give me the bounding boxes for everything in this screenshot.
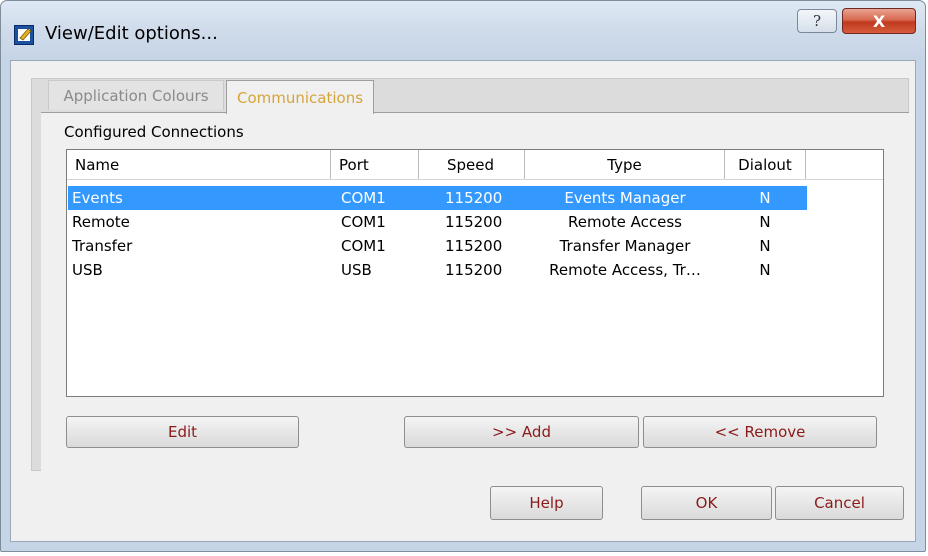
remove-button[interactable]: << Remove: [643, 416, 877, 448]
tab-application-colours[interactable]: Application Colours: [48, 80, 224, 110]
tab-communications[interactable]: Communications: [226, 80, 374, 114]
table-row[interactable]: Events COM1 115200 Events Manager N: [68, 186, 807, 210]
column-header-port[interactable]: Port: [331, 150, 419, 179]
help-icon[interactable]: ?: [797, 9, 837, 33]
title-bar[interactable]: View/Edit options... ? X: [1, 1, 925, 61]
window-title: View/Edit options...: [45, 23, 218, 44]
column-header-speed[interactable]: Speed: [419, 150, 525, 179]
column-header-type[interactable]: Type: [525, 150, 725, 179]
connections-list[interactable]: Name Port Speed Type Dialout Events COM1…: [66, 149, 884, 397]
table-row[interactable]: Transfer COM1 115200 Transfer Manager N: [68, 234, 807, 258]
list-header: Name Port Speed Type Dialout: [67, 150, 883, 180]
cell-dialout: N: [759, 213, 771, 231]
cell-speed: 115200: [445, 189, 503, 207]
column-header-dialout[interactable]: Dialout: [725, 150, 806, 179]
cell-dialout: N: [759, 261, 771, 279]
cell-type: Transfer Manager: [559, 237, 691, 255]
add-button[interactable]: >> Add: [404, 416, 639, 448]
column-header-name[interactable]: Name: [67, 150, 331, 179]
cell-speed: 115200: [445, 237, 503, 255]
table-row[interactable]: Remote COM1 115200 Remote Access N: [68, 210, 807, 234]
cell-name: Remote: [72, 213, 130, 231]
cell-port: COM1: [341, 213, 386, 231]
cell-type: Remote Access, Tr…: [549, 261, 701, 279]
cell-dialout: N: [759, 189, 771, 207]
app-icon: [14, 25, 34, 45]
cell-type: Remote Access: [568, 213, 682, 231]
cell-type: Events Manager: [564, 189, 686, 207]
table-row[interactable]: USB USB 115200 Remote Access, Tr… N: [68, 258, 807, 282]
cell-speed: 115200: [445, 213, 503, 231]
cancel-button[interactable]: Cancel: [775, 486, 904, 520]
cell-name: Transfer: [72, 237, 133, 255]
configured-connections-label: Configured Connections: [64, 123, 244, 141]
edit-button[interactable]: Edit: [66, 416, 299, 448]
cell-name: Events: [72, 189, 123, 207]
ok-button[interactable]: OK: [641, 486, 772, 520]
cell-port: COM1: [341, 189, 386, 207]
cell-port: COM1: [341, 237, 386, 255]
cell-port: USB: [341, 261, 372, 279]
cell-speed: 115200: [445, 261, 503, 279]
help-button[interactable]: Help: [490, 486, 603, 520]
cell-dialout: N: [759, 237, 771, 255]
cell-name: USB: [72, 261, 103, 279]
close-icon[interactable]: X: [842, 8, 916, 34]
